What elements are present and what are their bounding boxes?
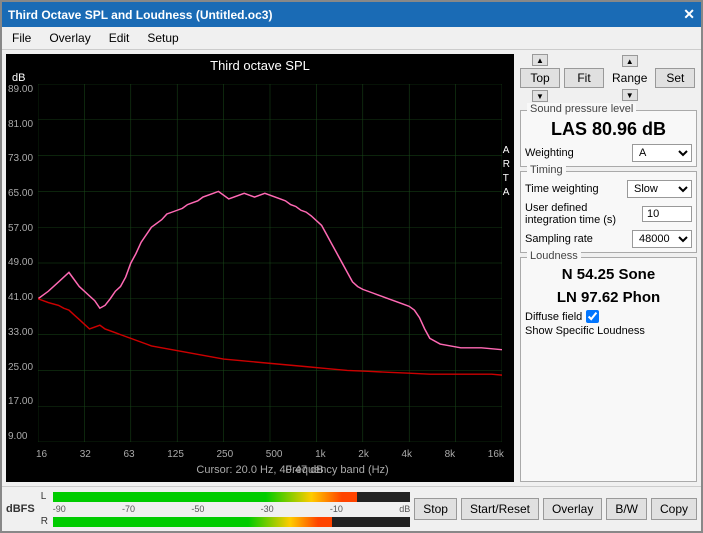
weighting-row: Weighting A B C Z xyxy=(525,144,692,162)
loudness-value-1: N 54.25 Sone xyxy=(525,264,692,285)
loudness-value-2: LN 97.62 Phon xyxy=(525,287,692,308)
copy-button[interactable]: Copy xyxy=(651,498,697,520)
dbfs-label: dBFS xyxy=(6,503,35,515)
timing-section: Timing Time weighting Slow Fast Impulse … xyxy=(520,171,697,253)
spl-value: LAS 80.96 dB xyxy=(525,119,692,140)
top-down-button[interactable]: ▼ xyxy=(532,90,548,102)
r-meter-row: R xyxy=(41,516,411,527)
range-ctrl-group: ▲ Range ▼ xyxy=(608,55,651,101)
loudness-section-label: Loudness xyxy=(527,250,581,262)
top-up-button[interactable]: ▲ xyxy=(532,54,548,66)
x-axis-title: Frequency band (Hz) xyxy=(285,464,504,476)
chart-svg xyxy=(38,84,502,442)
diffuse-field-checkbox[interactable] xyxy=(586,310,599,323)
menu-bar: File Overlay Edit Setup xyxy=(2,27,701,50)
integration-input[interactable] xyxy=(642,206,692,222)
meter-container: L -90 -70 -50 -30 -10 dB R xyxy=(41,491,411,527)
fit-button[interactable]: Fit xyxy=(564,68,604,88)
set-ctrl-group: Set xyxy=(655,54,695,102)
meter-scale: -90 -70 -50 -30 -10 dB xyxy=(53,504,411,514)
sampling-rate-row: Sampling rate 48000 44100 96000 xyxy=(525,230,692,248)
main-window: Third Octave SPL and Loudness (Untitled.… xyxy=(0,0,703,533)
bottom-bar: dBFS L -90 -70 -50 -30 -10 dB R xyxy=(2,486,701,531)
r-meter-fill xyxy=(53,517,332,527)
menu-setup[interactable]: Setup xyxy=(143,29,182,47)
integration-label: User definedintegration time (s) xyxy=(525,202,616,226)
time-weighting-row: Time weighting Slow Fast Impulse xyxy=(525,180,692,198)
fit-ctrl-group: Fit xyxy=(564,54,604,102)
chart-area: Third octave SPL dB ARTA 89.00 81.00 73.… xyxy=(6,54,514,482)
bw-button[interactable]: B/W xyxy=(606,498,647,520)
weighting-label: Weighting xyxy=(525,147,574,159)
sampling-rate-label: Sampling rate xyxy=(525,233,593,245)
show-specific-label: Show Specific Loudness xyxy=(525,325,645,337)
start-reset-button[interactable]: Start/Reset xyxy=(461,498,539,520)
stop-button[interactable]: Stop xyxy=(414,498,457,520)
x-axis-labels: 16 32 63 125 250 500 1k 2k 4k 8k 16k xyxy=(36,449,504,460)
range-up-button[interactable]: ▲ xyxy=(622,55,638,67)
main-content: Third octave SPL dB ARTA 89.00 81.00 73.… xyxy=(2,50,701,486)
l-meter-fill xyxy=(53,492,357,502)
show-specific-row: Show Specific Loudness xyxy=(525,325,692,337)
right-panel: ▲ Top ▼ Fit ▲ Range ▼ Set xyxy=(516,50,701,486)
integration-row: User definedintegration time (s) xyxy=(525,202,692,226)
chart-title: Third octave SPL xyxy=(6,54,514,75)
diffuse-field-label: Diffuse field xyxy=(525,311,582,323)
y-axis-labels: 89.00 81.00 73.00 65.00 57.00 49.00 41.0… xyxy=(8,84,33,442)
menu-file[interactable]: File xyxy=(8,29,35,47)
arta-label: ARTA xyxy=(503,144,510,200)
l-meter-bar xyxy=(53,492,411,502)
top-controls: ▲ Top ▼ Fit ▲ Range ▼ Set xyxy=(520,54,697,102)
weighting-select[interactable]: A B C Z xyxy=(632,144,692,162)
menu-edit[interactable]: Edit xyxy=(105,29,134,47)
r-meter-bar xyxy=(53,517,411,527)
loudness-section: Loudness N 54.25 Sone LN 97.62 Phon Diff… xyxy=(520,257,697,482)
top-ctrl-group: ▲ Top ▼ xyxy=(520,54,560,102)
range-down-button[interactable]: ▼ xyxy=(622,89,638,101)
time-weighting-label: Time weighting xyxy=(525,183,599,195)
timing-section-label: Timing xyxy=(527,164,566,176)
spl-section-label: Sound pressure level xyxy=(527,103,636,115)
r-channel-label: R xyxy=(41,516,51,527)
spl-section: Sound pressure level LAS 80.96 dB Weight… xyxy=(520,110,697,167)
l-meter-row: L xyxy=(41,491,411,502)
set-button[interactable]: Set xyxy=(655,68,695,88)
window-title: Third Octave SPL and Loudness (Untitled.… xyxy=(8,8,272,22)
range-label: Range xyxy=(608,69,651,87)
l-channel-label: L xyxy=(41,491,51,502)
time-weighting-select[interactable]: Slow Fast Impulse xyxy=(627,180,692,198)
overlay-button[interactable]: Overlay xyxy=(543,498,602,520)
db-label: dB xyxy=(12,72,25,84)
top-button[interactable]: Top xyxy=(520,68,560,88)
title-bar: Third Octave SPL and Loudness (Untitled.… xyxy=(2,2,701,27)
close-button[interactable]: ✕ xyxy=(683,6,695,23)
diffuse-field-row: Diffuse field xyxy=(525,310,692,323)
sampling-rate-select[interactable]: 48000 44100 96000 xyxy=(632,230,692,248)
menu-overlay[interactable]: Overlay xyxy=(45,29,94,47)
